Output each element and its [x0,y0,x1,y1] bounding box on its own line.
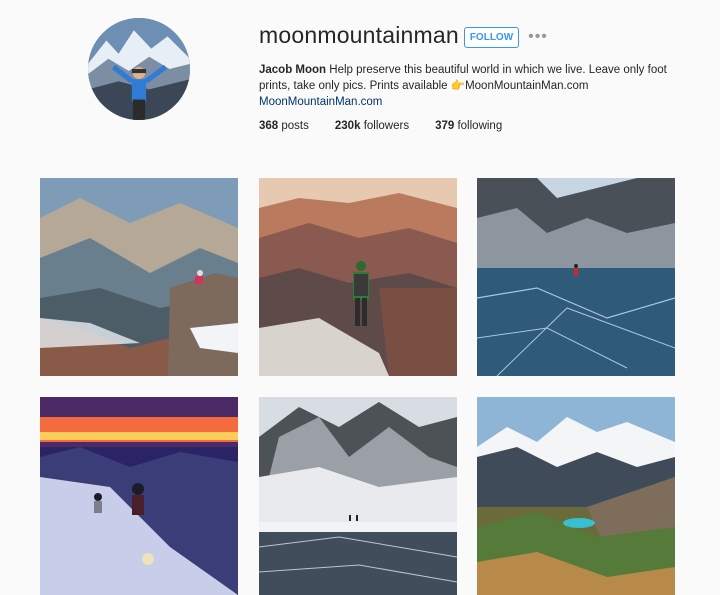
post-thumbnail-2[interactable] [259,178,457,376]
posts-label: posts [281,120,309,132]
profile-username: moonmountainman [259,22,459,48]
profile-avatar[interactable] [88,18,190,120]
more-options-icon[interactable]: ••• [528,28,547,46]
post-thumbnail-1[interactable] [40,178,238,376]
post-thumbnail-5[interactable] [259,397,457,595]
posts-stat: 368 posts [259,120,309,132]
follow-button[interactable]: FOLLOW [464,27,519,48]
profile-bio: Jacob Moon Help preserve this beautiful … [259,62,679,110]
following-stat[interactable]: 379 following [435,120,502,132]
profile-website-link[interactable]: MoonMountainMan.com [259,94,679,110]
following-count: 379 [435,120,455,132]
post-thumbnail-3[interactable] [477,178,675,376]
followers-count: 230k [334,120,361,132]
profile-name: Jacob Moon [259,64,327,76]
following-label: following [457,120,503,132]
followers-label: followers [363,120,410,132]
followers-stat[interactable]: 230k followers [335,120,409,132]
posts-count: 368 [259,120,279,132]
post-thumbnail-4[interactable] [40,397,238,595]
post-thumbnail-6[interactable] [477,397,675,595]
profile-stats: 368 posts 230k followers 379 following [259,120,528,132]
